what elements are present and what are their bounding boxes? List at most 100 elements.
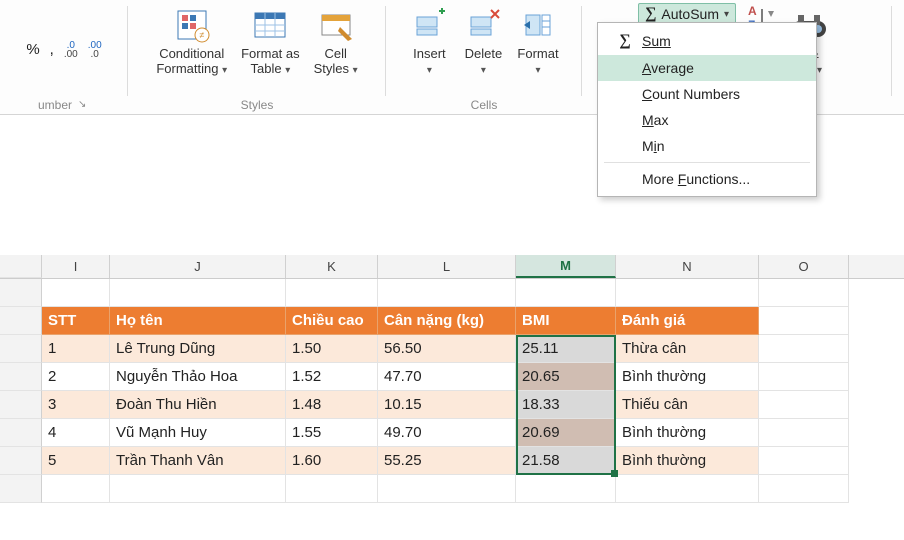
th-hoten[interactable]: Họ tên <box>110 307 286 335</box>
cell[interactable] <box>378 279 516 307</box>
menu-count-numbers[interactable]: Count Numbers <box>598 81 816 107</box>
cell[interactable] <box>759 307 849 335</box>
cell-cannang[interactable]: 55.25 <box>378 447 516 475</box>
menu-min[interactable]: Min <box>598 133 816 159</box>
increase-decimal-button[interactable]: .0 .00 <box>64 41 78 59</box>
menu-max[interactable]: Max <box>598 107 816 133</box>
col-header-M[interactable]: M <box>516 255 616 278</box>
cell[interactable] <box>616 279 759 307</box>
group-number: % , .0 .00 .00 .0 umber ↘ <box>0 0 128 114</box>
group-styles: ≠ Conditional Formatting ▾ Format as Tab… <box>128 0 386 114</box>
col-header-O[interactable]: O <box>759 255 849 278</box>
cell-danhgia[interactable]: Bình thường <box>616 419 759 447</box>
cell[interactable] <box>759 475 849 503</box>
cell-hoten[interactable]: Vũ Mạnh Huy <box>110 419 286 447</box>
cell-bmi[interactable]: 25.11 <box>516 335 616 363</box>
menu-separator <box>604 162 810 163</box>
cell-chieucao[interactable]: 1.48 <box>286 391 378 419</box>
th-chieucao[interactable]: Chiều cao <box>286 307 378 335</box>
group-cells-label: Cells <box>471 98 498 112</box>
column-headers: I J K L M N O <box>0 255 904 279</box>
group-cells: Insert▾ Delete▾ Format▾ Cells <box>386 0 582 114</box>
percent-button[interactable]: % <box>26 41 39 58</box>
cell-hoten[interactable]: Đoàn Thu Hiền <box>110 391 286 419</box>
row-header[interactable] <box>0 363 42 391</box>
cell-chieucao[interactable]: 1.50 <box>286 335 378 363</box>
cell-cannang[interactable]: 49.70 <box>378 419 516 447</box>
row-header[interactable] <box>0 279 42 307</box>
cell-chieucao[interactable]: 1.60 <box>286 447 378 475</box>
format-as-table-button[interactable]: Format as Table ▾ <box>237 3 304 79</box>
cell-bmi[interactable]: 18.33 <box>516 391 616 419</box>
cell[interactable] <box>759 447 849 475</box>
cell-bmi[interactable]: 20.69 <box>516 419 616 447</box>
cell-stt[interactable]: 1 <box>42 335 110 363</box>
cell[interactable] <box>759 335 849 363</box>
delete-button[interactable]: Delete▾ <box>459 3 507 79</box>
cell-cannang[interactable]: 56.50 <box>378 335 516 363</box>
cell[interactable] <box>759 363 849 391</box>
cell[interactable] <box>42 475 110 503</box>
row-header[interactable] <box>0 447 42 475</box>
cell-styles-button[interactable]: Cell Styles ▾ <box>310 3 362 79</box>
cell[interactable] <box>516 279 616 307</box>
th-stt[interactable]: STT <box>42 307 110 335</box>
chevron-down-icon: ▾ <box>724 9 729 20</box>
cell-hoten[interactable]: Lê Trung Dũng <box>110 335 286 363</box>
cell[interactable] <box>759 391 849 419</box>
cell[interactable] <box>759 279 849 307</box>
number-launcher-icon[interactable]: ↘ <box>78 99 90 111</box>
format-button[interactable]: Format▾ <box>513 3 562 79</box>
cell[interactable] <box>286 475 378 503</box>
cell-cannang[interactable]: 10.15 <box>378 391 516 419</box>
cell-cannang[interactable]: 47.70 <box>378 363 516 391</box>
row-header[interactable] <box>0 475 42 503</box>
cell-hoten[interactable]: Trần Thanh Vân <box>110 447 286 475</box>
cell[interactable] <box>616 475 759 503</box>
cell-hoten[interactable]: Nguyễn Thảo Hoa <box>110 363 286 391</box>
col-header-K[interactable]: K <box>286 255 378 278</box>
cell-bmi[interactable]: 20.65 <box>516 363 616 391</box>
cell-stt[interactable]: 5 <box>42 447 110 475</box>
comma-button[interactable]: , <box>50 41 54 58</box>
cell[interactable] <box>759 419 849 447</box>
autosum-dropdown: ∑ Sum Average Count Numbers Max Min More… <box>597 22 817 197</box>
cell-bmi[interactable]: 21.58 <box>516 447 616 475</box>
cell[interactable] <box>516 475 616 503</box>
cell-danhgia[interactable]: Thừa cân <box>616 335 759 363</box>
th-cannang[interactable]: Cân nặng (kg) <box>378 307 516 335</box>
insert-button[interactable]: Insert▾ <box>405 3 453 79</box>
row-header[interactable] <box>0 307 42 335</box>
row-header[interactable] <box>0 335 42 363</box>
th-bmi[interactable]: BMI <box>516 307 616 335</box>
col-header-I[interactable]: I <box>42 255 110 278</box>
col-header-J[interactable]: J <box>110 255 286 278</box>
cell-stt[interactable]: 4 <box>42 419 110 447</box>
menu-more-functions[interactable]: More Functions... <box>598 166 816 192</box>
th-danhgia[interactable]: Đánh giá <box>616 307 759 335</box>
cell-chieucao[interactable]: 1.52 <box>286 363 378 391</box>
row-header[interactable] <box>0 419 42 447</box>
col-header-N[interactable]: N <box>616 255 759 278</box>
row-header[interactable] <box>0 391 42 419</box>
cell-danhgia[interactable]: Bình thường <box>616 447 759 475</box>
menu-sum[interactable]: ∑ Sum <box>598 27 816 55</box>
cell-stt[interactable]: 2 <box>42 363 110 391</box>
select-all-corner[interactable] <box>0 255 42 278</box>
conditional-formatting-button[interactable]: ≠ Conditional Formatting ▾ <box>152 3 231 79</box>
cell[interactable] <box>110 475 286 503</box>
cell[interactable] <box>42 279 110 307</box>
cell-danhgia[interactable]: Bình thường <box>616 363 759 391</box>
table-row: 2 Nguyễn Thảo Hoa 1.52 47.70 20.65 Bình … <box>0 363 904 391</box>
insert-icon <box>409 5 449 45</box>
cell-chieucao[interactable]: 1.55 <box>286 419 378 447</box>
cell[interactable] <box>110 279 286 307</box>
decrease-decimal-button[interactable]: .00 .0 <box>88 41 102 59</box>
ribbon: % , .0 .00 .00 .0 umber ↘ ≠ <box>0 0 904 115</box>
cell[interactable] <box>286 279 378 307</box>
cell-stt[interactable]: 3 <box>42 391 110 419</box>
cell[interactable] <box>378 475 516 503</box>
cell-danhgia[interactable]: Thiếu cân <box>616 391 759 419</box>
menu-average[interactable]: Average <box>598 55 816 81</box>
col-header-L[interactable]: L <box>378 255 516 278</box>
